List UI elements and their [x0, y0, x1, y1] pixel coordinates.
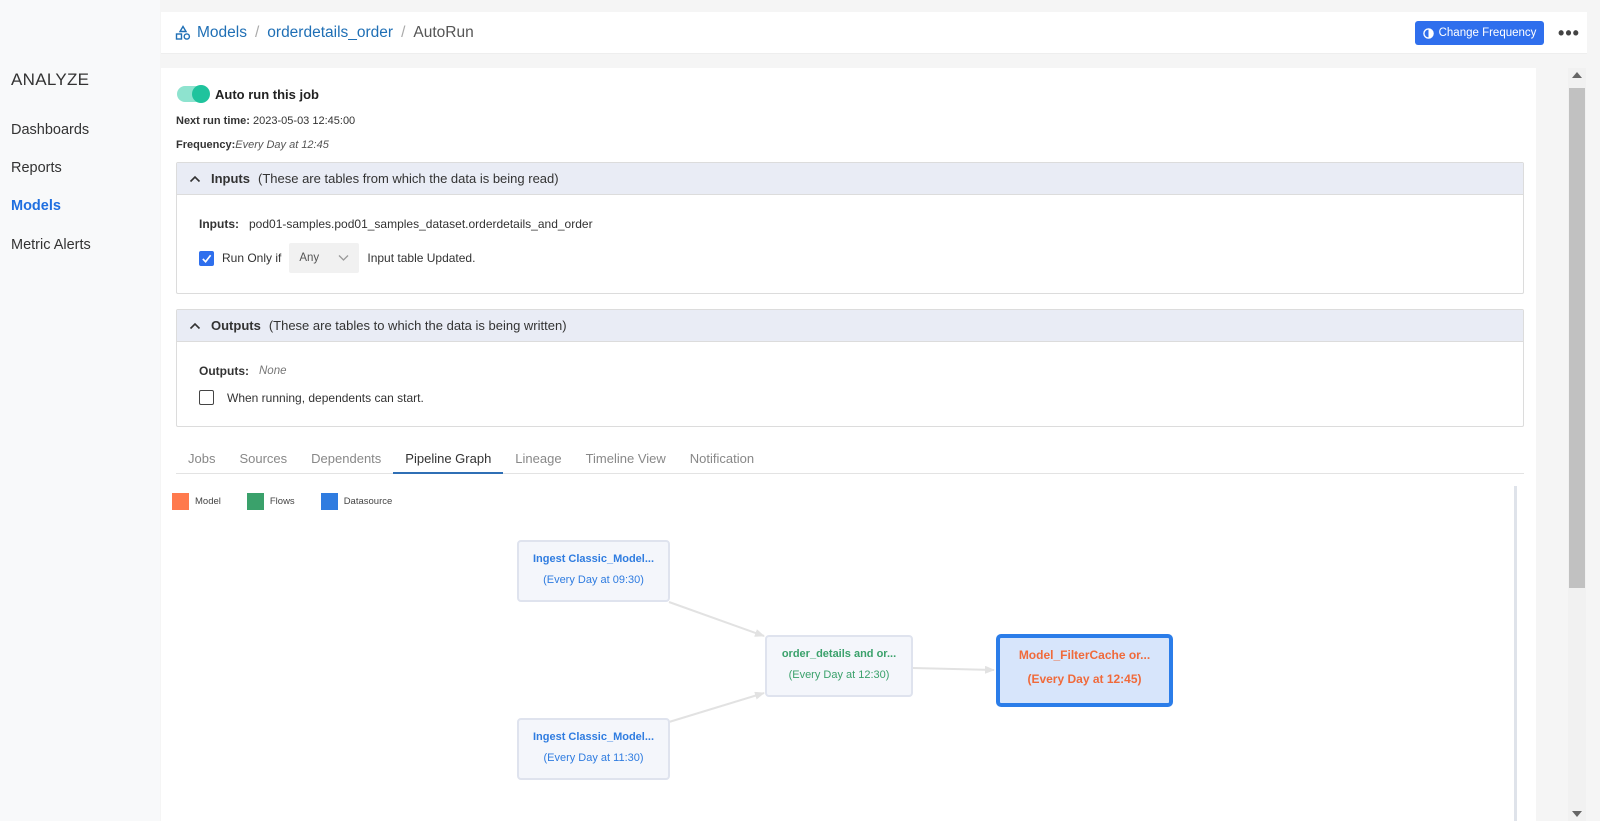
next-run-time: Next run time: 2023-05-03 12:45:00	[176, 115, 355, 127]
sidebar-item-dashboards[interactable]: Dashboards	[11, 122, 89, 138]
auto-run-label: Auto run this job	[215, 87, 319, 102]
breadcrumb-current: AutoRun	[413, 24, 474, 41]
auto-run-toggle[interactable]	[177, 85, 210, 103]
graph-node-schedule: (Every Day at 11:30)	[543, 752, 644, 764]
tab-lineage[interactable]: Lineage	[503, 446, 573, 474]
scroll-up-icon[interactable]	[1572, 72, 1582, 78]
outputs-subtitle: (These are tables to which the data is b…	[268, 318, 567, 333]
graph-node-title: Ingest Classic_Model...	[532, 731, 655, 743]
graph-node-title: order_details and or...	[781, 648, 897, 660]
legend-item-datasource: Datasource	[320, 493, 393, 510]
inputs-panel: Inputs (These are tables from which the …	[176, 162, 1524, 294]
breadcrumb-separator: /	[401, 24, 406, 41]
run-only-if-checkbox[interactable]	[199, 250, 214, 266]
sidebar-item-models[interactable]: Models	[11, 198, 61, 214]
job-tabs: Jobs Sources Dependents Pipeline Graph L…	[176, 446, 1524, 474]
outputs-panel: Outputs (These are tables to which the d…	[176, 309, 1524, 427]
legend-item-flows: Flows	[246, 493, 295, 510]
run-only-if-label: Run Only if	[222, 251, 282, 265]
inputs-title: Inputs	[211, 171, 250, 186]
sidebar: ANALYZE Dashboards Reports Models Metric…	[0, 0, 160, 821]
page-scrollbar[interactable]	[1568, 68, 1586, 821]
tab-sources[interactable]: Sources	[227, 446, 299, 474]
breadcrumb-models[interactable]: Models	[197, 24, 247, 42]
graph-node-title: Model_FilterCache or...	[1018, 648, 1151, 662]
tab-dependents[interactable]: Dependents	[299, 446, 393, 474]
next-run-value: 2023-05-03 12:45:00	[253, 115, 356, 127]
graph-edge	[668, 691, 765, 723]
dependents-row: When running, dependents can start.	[199, 390, 424, 405]
outputs-title: Outputs	[211, 318, 261, 333]
change-frequency-button[interactable]: Change Frequency	[1415, 21, 1544, 45]
scroll-down-icon[interactable]	[1572, 811, 1582, 817]
graph-node-schedule: (Every Day at 12:45)	[1027, 672, 1142, 686]
sidebar-item-metric-alerts[interactable]: Metric Alerts	[11, 237, 91, 253]
graph-node-datasource[interactable]: Ingest Classic_Model... (Every Day at 09…	[517, 540, 670, 602]
toggle-knob	[192, 85, 210, 103]
inputs-field-value: pod01-samples.pod01_samples_dataset.orde…	[249, 217, 593, 231]
clock-icon	[1422, 27, 1434, 39]
change-frequency-label: Change Frequency	[1438, 27, 1537, 39]
frequency: Frequency:Every Day at 12:45	[176, 139, 329, 151]
legend-label-flows: Flows	[269, 496, 295, 507]
graph-node-schedule: (Every Day at 09:30)	[543, 574, 644, 586]
graph-edge	[912, 665, 995, 674]
chevron-up-icon	[189, 173, 201, 185]
frequency-value: Every Day at 12:45	[235, 139, 329, 151]
legend-swatch-flows	[246, 493, 264, 510]
dependents-label: When running, dependents can start.	[227, 390, 424, 405]
dependents-checkbox[interactable]	[199, 390, 214, 405]
legend-swatch-datasource	[320, 493, 338, 510]
tab-jobs[interactable]: Jobs	[176, 446, 227, 474]
graph-node-schedule: (Every Day at 12:30)	[788, 669, 890, 681]
breadcrumb-model-name[interactable]: orderdetails_order	[267, 24, 393, 42]
page-header: Models / orderdetails_order / AutoRun Ch…	[161, 12, 1587, 54]
outputs-field-label: Outputs:	[199, 364, 249, 378]
graph-edge	[668, 601, 765, 637]
input-updated-text: Input table Updated.	[367, 251, 476, 265]
main-panel: Auto run this job Next run time: 2023-05…	[161, 68, 1536, 821]
tab-notification[interactable]: Notification	[678, 446, 766, 474]
graph-node-datasource[interactable]: Ingest Classic_Model... (Every Day at 11…	[517, 718, 670, 780]
legend-swatch-model	[172, 493, 189, 510]
sidebar-section-title: ANALYZE	[11, 70, 90, 89]
next-run-label: Next run time:	[176, 115, 250, 127]
sidebar-item-reports[interactable]: Reports	[11, 160, 62, 176]
more-options-button[interactable]: •••	[1556, 22, 1582, 44]
graph-legend: Model Flows Datasource	[172, 493, 418, 510]
frequency-label: Frequency:	[176, 139, 236, 151]
legend-item-model: Model	[172, 493, 221, 510]
run-condition-value: Any	[299, 252, 320, 264]
outputs-field-value: None	[259, 365, 287, 377]
inputs-field-label: Inputs:	[199, 217, 239, 231]
breadcrumb-separator: /	[254, 24, 260, 41]
models-icon	[175, 25, 191, 41]
graph-node-flow[interactable]: order_details and or... (Every Day at 12…	[765, 635, 913, 697]
breadcrumb: Models / orderdetails_order / AutoRun	[175, 12, 474, 54]
run-only-if-row: Run Only if Any Input table Updated.	[199, 243, 475, 273]
scrollbar-thumb[interactable]	[1569, 88, 1585, 588]
checkmark-icon	[202, 254, 212, 263]
inputs-field: Inputs: pod01-samples.pod01_samples_data…	[199, 217, 593, 231]
graph-node-model[interactable]: Model_FilterCache or... (Every Day at 12…	[996, 634, 1173, 707]
graph-node-title: Ingest Classic_Model...	[532, 553, 655, 565]
graph-scrollbar[interactable]	[1514, 486, 1517, 821]
inputs-panel-header[interactable]: Inputs (These are tables from which the …	[177, 163, 1523, 195]
tab-pipeline-graph[interactable]: Pipeline Graph	[393, 446, 504, 474]
inputs-subtitle: (These are tables from which the data is…	[258, 171, 559, 186]
tab-timeline-view[interactable]: Timeline View	[574, 446, 678, 474]
legend-label-datasource: Datasource	[343, 496, 393, 507]
outputs-panel-header[interactable]: Outputs (These are tables to which the d…	[177, 310, 1523, 342]
chevron-down-icon	[338, 255, 349, 261]
run-condition-select[interactable]: Any	[289, 243, 360, 273]
legend-label-model: Model	[195, 496, 221, 507]
outputs-field: Outputs: None	[199, 364, 287, 378]
chevron-up-icon	[189, 320, 201, 332]
